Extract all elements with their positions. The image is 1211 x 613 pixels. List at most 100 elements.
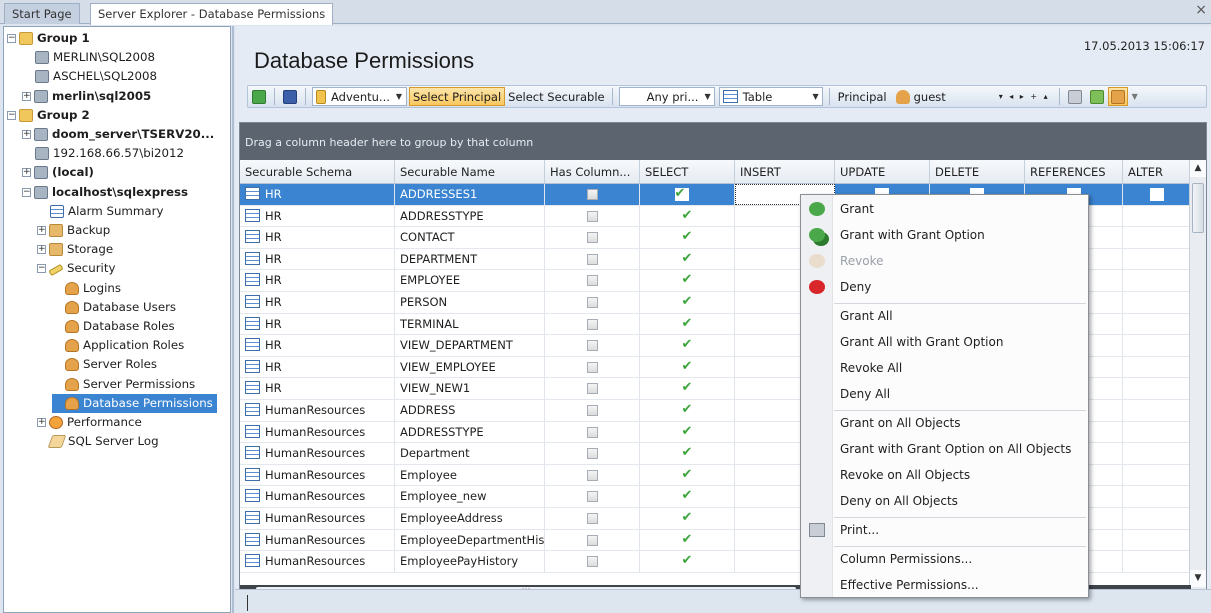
checkbox[interactable] (586, 469, 598, 481)
has-column-cell[interactable] (545, 227, 640, 248)
tree-item-performance[interactable]: + Performance (37, 413, 142, 432)
alter-permission-cell[interactable] (1123, 227, 1191, 248)
securable-name-cell[interactable]: ADDRESSTYPE (395, 421, 545, 443)
schema-cell[interactable]: HumanResources (240, 507, 395, 529)
select-permission-cell[interactable]: ✔ (640, 551, 735, 572)
alter-permission-cell[interactable] (1123, 184, 1191, 205)
column-header-select[interactable]: SELECT (640, 160, 735, 183)
has-column-cell[interactable] (545, 248, 640, 270)
checkbox[interactable] (586, 361, 598, 373)
save-button[interactable] (280, 87, 300, 106)
tree-item-application-roles[interactable]: Application Roles (52, 336, 184, 355)
checkbox[interactable] (586, 556, 598, 568)
tree-item-database-users[interactable]: Database Users (52, 298, 176, 317)
checkbox[interactable] (586, 383, 598, 395)
schema-cell[interactable]: HumanResources (240, 551, 395, 572)
has-column-cell[interactable] (545, 421, 640, 443)
scroll-down-icon[interactable]: ▼ (1190, 570, 1206, 587)
checkbox[interactable] (586, 512, 598, 524)
alter-permission-cell[interactable] (1123, 486, 1191, 507)
schema-cell[interactable]: HR (240, 356, 395, 378)
principal-nav-arrows[interactable]: ▾ ◂ ▸ + ▴ (999, 92, 1050, 101)
column-header-update[interactable]: UPDATE (835, 160, 930, 183)
export-button[interactable] (1087, 87, 1107, 106)
scroll-thumb[interactable] (1192, 183, 1204, 233)
select-permission-cell[interactable]: ✔ (640, 356, 735, 378)
column-header-delete[interactable]: DELETE (930, 160, 1025, 183)
checkbox[interactable] (586, 296, 598, 308)
checkbox[interactable] (586, 318, 598, 330)
has-column-cell[interactable] (545, 184, 640, 205)
scroll-up-icon[interactable]: ▲ (1190, 160, 1206, 177)
menu-item-grant-with-grant-option-on-all-objects[interactable]: Grant with Grant Option on All Objects (801, 438, 1088, 460)
column-header-has-column[interactable]: Has Column... (545, 160, 640, 183)
checkbox[interactable] (586, 275, 598, 287)
alter-permission-cell[interactable] (1123, 356, 1191, 378)
menu-item-grant-all-with-grant-option[interactable]: Grant All with Grant Option (801, 331, 1088, 353)
checkbox[interactable] (586, 232, 598, 244)
tree-item-database-roles[interactable]: Database Roles (52, 317, 175, 336)
has-column-cell[interactable] (545, 551, 640, 572)
menu-item-grant-with-grant-option[interactable]: Grant with Grant Option (801, 224, 1088, 246)
tree-item-sql-server-log[interactable]: SQL Server Log (37, 432, 159, 451)
tree-item-alarm-summary[interactable]: Alarm Summary (37, 202, 163, 221)
tree-item-server-permissions[interactable]: Server Permissions (52, 375, 195, 394)
tree-item-backup[interactable]: + Backup (37, 221, 110, 240)
securable-name-cell[interactable]: VIEW_EMPLOYEE (395, 356, 545, 378)
has-column-cell[interactable] (545, 313, 640, 335)
securable-name-cell[interactable]: Department (395, 443, 545, 464)
select-securable-button[interactable]: Select Securable (505, 87, 607, 106)
tree-item-local[interactable]: + (local) (22, 163, 94, 182)
has-column-cell[interactable] (545, 291, 640, 313)
tree-item-merlin-sql2008[interactable]: MERLIN\SQL2008 (22, 48, 155, 67)
alter-permission-cell[interactable] (1123, 507, 1191, 529)
schema-cell[interactable]: HR (240, 378, 395, 399)
menu-item-revoke-on-all-objects[interactable]: Revoke on All Objects (801, 464, 1088, 486)
checkbox[interactable] (586, 404, 598, 416)
expand-icon[interactable]: + (22, 91, 31, 101)
alter-permission-cell[interactable] (1123, 421, 1191, 443)
tree-item-group-1[interactable]: − Group 1 (7, 29, 90, 48)
tree-item-localhost-sqlexpress[interactable]: − localhost\sqlexpress (22, 183, 188, 202)
has-column-cell[interactable] (545, 443, 640, 464)
close-icon[interactable]: × (1195, 2, 1207, 18)
alter-permission-cell[interactable] (1123, 291, 1191, 313)
collapse-icon[interactable]: − (22, 187, 31, 197)
alter-permission-cell[interactable] (1123, 335, 1191, 356)
select-principal-button[interactable]: Select Principal (409, 87, 506, 106)
schema-cell[interactable]: HumanResources (240, 421, 395, 443)
schema-cell[interactable]: HR (240, 184, 395, 205)
has-column-cell[interactable] (545, 270, 640, 291)
schema-cell[interactable]: HR (240, 291, 395, 313)
select-permission-cell[interactable]: ✔ (640, 184, 735, 205)
schema-cell[interactable]: HR (240, 335, 395, 356)
securable-name-cell[interactable]: DEPARTMENT (395, 248, 545, 270)
securable-name-cell[interactable]: PERSON (395, 291, 545, 313)
expand-icon[interactable]: + (37, 226, 46, 235)
checkbox[interactable] (586, 253, 598, 265)
schema-cell[interactable]: HumanResources (240, 529, 395, 551)
server-explorer-tree[interactable]: − Group 1 MERLIN\SQL2008 ASCHEL\SQL2008 + mer… (3, 26, 231, 613)
securable-name-cell[interactable]: Employee_new (395, 486, 545, 507)
cell-editor[interactable] (1149, 188, 1164, 201)
object-type-select[interactable]: Table ▼ (718, 87, 823, 106)
securable-name-cell[interactable]: ADDRESS (395, 399, 545, 421)
menu-item-deny-on-all-objects[interactable]: Deny on All Objects (801, 490, 1088, 512)
alter-permission-cell[interactable] (1123, 313, 1191, 335)
securable-name-cell[interactable]: ADDRESSES1 (395, 184, 545, 205)
alter-permission-cell[interactable] (1123, 529, 1191, 551)
expand-icon[interactable]: + (22, 168, 31, 178)
select-permission-cell[interactable]: ✔ (640, 443, 735, 464)
menu-item-deny-all[interactable]: Deny All (801, 383, 1088, 405)
alter-permission-cell[interactable] (1123, 464, 1191, 486)
toolbar-overflow-button[interactable]: ▼ (1129, 87, 1141, 106)
securable-name-cell[interactable]: EmployeeAddress (395, 507, 545, 529)
tree-item-aschel-sql2008[interactable]: ASCHEL\SQL2008 (22, 67, 157, 86)
schema-cell[interactable]: HR (240, 270, 395, 291)
expand-icon[interactable]: + (37, 245, 46, 255)
select-permission-cell[interactable]: ✔ (640, 335, 735, 356)
select-permission-cell[interactable]: ✔ (640, 270, 735, 291)
tree-item-server-roles[interactable]: Server Roles (52, 355, 157, 374)
expand-icon[interactable]: + (37, 418, 46, 427)
tree-item-storage[interactable]: + Storage (37, 240, 113, 259)
